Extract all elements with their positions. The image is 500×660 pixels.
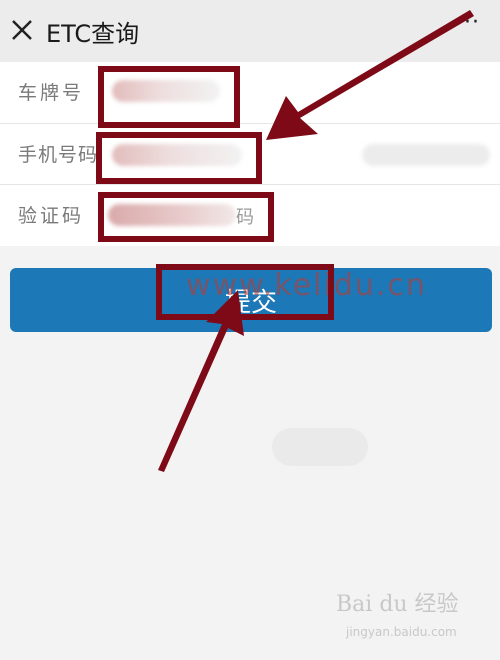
baidu-logo: Bai du 经验 bbox=[336, 592, 459, 617]
annotation-arrow-upper bbox=[266, 10, 474, 140]
baidu-url: jingyan.baidu.com bbox=[346, 625, 457, 639]
annotation-arrows bbox=[158, 10, 474, 472]
annotation-arrow-lower bbox=[158, 290, 244, 472]
